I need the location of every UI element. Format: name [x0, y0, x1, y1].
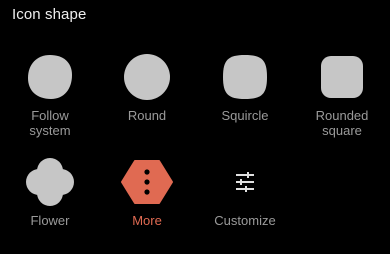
option-rounded-square[interactable]: Rounded square [293, 51, 390, 138]
option-label: Squircle [221, 108, 269, 123]
option-customize[interactable]: Customize [196, 156, 294, 228]
option-follow-system[interactable]: Follow system [1, 51, 99, 138]
option-squircle[interactable]: Squircle [196, 51, 294, 123]
option-round[interactable]: Round [98, 51, 196, 123]
rounded-square-shape-icon [316, 51, 368, 103]
squircle-shape-icon [219, 51, 271, 103]
circle-shape-icon [121, 51, 173, 103]
option-label: Customize [214, 213, 276, 228]
flower-shape-icon [24, 156, 76, 208]
blob-shape-icon [24, 51, 76, 103]
option-flower[interactable]: Flower [1, 156, 99, 228]
more-vertical-icon [121, 156, 173, 208]
option-label: Round [127, 108, 167, 123]
option-more[interactable]: More [98, 156, 196, 228]
option-label: Rounded square [315, 108, 369, 138]
option-label: Follow system [29, 108, 71, 138]
page-title: Icon shape [12, 6, 87, 23]
option-label: Flower [30, 213, 70, 228]
sliders-icon [219, 156, 271, 208]
option-label: More [132, 213, 162, 228]
